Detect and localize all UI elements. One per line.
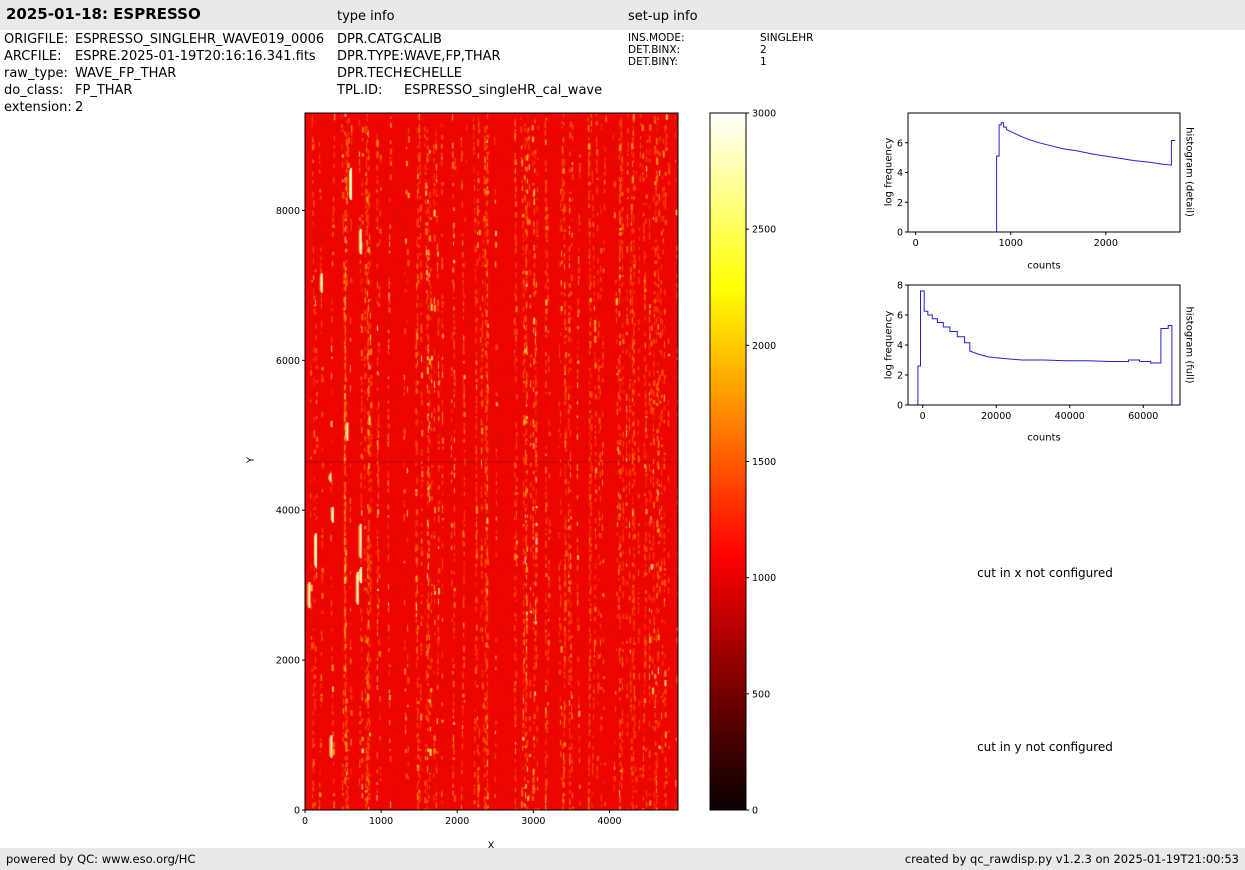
footer-right-text: created by qc_rawdisp.py v1.2.3 on 2025-… [905, 852, 1239, 866]
type-info-heading: type info [337, 9, 395, 24]
svg-text:0: 0 [897, 401, 903, 412]
type-info-row: DPR.TYPE:WAVE,FP,THAR [337, 48, 602, 65]
svg-text:4000: 4000 [597, 816, 621, 827]
file-info-row: extension:2 [4, 99, 324, 116]
info-value: ESPRE.2025-01-19T20:16:16.341.fits [75, 48, 316, 65]
info-label: extension: [4, 99, 75, 116]
info-label: DET.BINX: [628, 44, 760, 56]
svg-text:6: 6 [897, 138, 903, 149]
page-title: 2025-01-18: ESPRESSO [6, 5, 201, 23]
info-value: WAVE,FP,THAR [404, 48, 501, 65]
info-label: INS.MODE: [628, 32, 760, 44]
svg-text:2500: 2500 [752, 225, 776, 236]
file-info-row: ORIGFILE:ESPRESSO_SINGLEHR_WAVE019_0006 [4, 31, 324, 48]
svg-text:6000: 6000 [276, 356, 300, 367]
info-label: DET.BINY: [628, 56, 760, 68]
svg-text:2000: 2000 [445, 816, 469, 827]
info-value: WAVE_FP_THAR [75, 65, 176, 82]
info-value: CALIB [404, 31, 442, 48]
info-value: ESPRESSO_singleHR_cal_wave [404, 82, 602, 99]
info-label: ARCFILE: [4, 48, 75, 65]
main-y-axis-label: Y [246, 457, 257, 463]
type-info-row: TPL.ID:ESPRESSO_singleHR_cal_wave [337, 82, 602, 99]
svg-text:2: 2 [897, 371, 903, 382]
colorbar [710, 113, 746, 810]
cut-y-message: cut in y not configured [977, 740, 1113, 754]
svg-text:8: 8 [897, 281, 903, 292]
svg-text:1000: 1000 [752, 573, 776, 584]
histogram-full-plot: 0 20000 40000 60000 0 2 4 6 8 [880, 277, 1200, 437]
cut-x-message: cut in x not configured [977, 566, 1113, 580]
file-info-row: do_class:FP_THAR [4, 82, 324, 99]
svg-text:40000: 40000 [1055, 411, 1085, 422]
svg-text:0: 0 [897, 228, 903, 239]
header-bar: 2025-01-18: ESPRESSO type info set-up in… [0, 0, 1245, 30]
svg-text:0: 0 [294, 806, 300, 817]
info-value: ECHELLE [404, 65, 462, 82]
svg-text:6: 6 [897, 311, 903, 322]
svg-text:4: 4 [897, 341, 903, 352]
svg-text:3000: 3000 [521, 816, 545, 827]
svg-text:0: 0 [752, 806, 758, 817]
svg-text:60000: 60000 [1128, 411, 1158, 422]
svg-text:1500: 1500 [752, 457, 776, 468]
footer-left-text: powered by QC: www.eso.org/HC [6, 852, 195, 866]
svg-text:4: 4 [897, 168, 903, 179]
svg-text:20000: 20000 [981, 411, 1011, 422]
info-label: do_class: [4, 82, 75, 99]
svg-text:1000: 1000 [999, 238, 1023, 249]
svg-text:0: 0 [920, 411, 926, 422]
histogram-detail-title: histogram (detail) [1184, 127, 1195, 217]
setup-info-heading: set-up info [628, 9, 698, 24]
file-info-row: raw_type:WAVE_FP_THAR [4, 65, 324, 82]
footer-bar: powered by QC: www.eso.org/HC created by… [0, 848, 1245, 870]
info-value: 2 [75, 99, 83, 116]
type-info-block: DPR.CATG:CALIB DPR.TYPE:WAVE,FP,THAR DPR… [337, 31, 602, 99]
info-value: 2 [760, 44, 767, 56]
info-label: TPL.ID: [337, 82, 404, 99]
histogram-detail-y-label: log frequency [884, 138, 895, 207]
info-label: raw_type: [4, 65, 75, 82]
type-info-row: DPR.TECH:ECHELLE [337, 65, 602, 82]
histogram-full-title: histogram (full) [1184, 306, 1195, 383]
histogram-detail-plot: 0 1000 2000 0 2 4 6 [880, 105, 1200, 265]
info-label: DPR.CATG: [337, 31, 404, 48]
svg-text:4000: 4000 [276, 506, 300, 517]
info-value: 1 [760, 56, 767, 68]
type-info-row: DPR.CATG:CALIB [337, 31, 602, 48]
file-info-row: ARCFILE:ESPRE.2025-01-19T20:16:16.341.fi… [4, 48, 324, 65]
svg-text:2000: 2000 [752, 341, 776, 352]
svg-text:1000: 1000 [369, 816, 393, 827]
svg-text:2000: 2000 [1094, 238, 1118, 249]
svg-text:8000: 8000 [276, 206, 300, 217]
setup-info-block: INS.MODE:SINGLEHR DET.BINX:2 DET.BINY:1 [628, 32, 813, 68]
file-info-block: ORIGFILE:ESPRESSO_SINGLEHR_WAVE019_0006 … [4, 31, 324, 116]
info-value: ESPRESSO_SINGLEHR_WAVE019_0006 [75, 31, 324, 48]
setup-info-row: DET.BINX:2 [628, 44, 813, 56]
setup-info-row: DET.BINY:1 [628, 56, 813, 68]
histogram-full-y-label: log frequency [884, 311, 895, 380]
svg-text:2: 2 [897, 198, 903, 209]
raw-detector-image [305, 113, 678, 810]
setup-info-row: INS.MODE:SINGLEHR [628, 32, 813, 44]
svg-text:0: 0 [302, 816, 308, 827]
info-label: DPR.TYPE: [337, 48, 404, 65]
info-value: SINGLEHR [760, 32, 813, 44]
svg-text:500: 500 [752, 689, 770, 700]
svg-text:0: 0 [913, 238, 919, 249]
histogram-full-x-label: counts [1027, 433, 1060, 444]
svg-text:3000: 3000 [752, 109, 776, 120]
info-value: FP_THAR [75, 82, 132, 99]
svg-text:2000: 2000 [276, 656, 300, 667]
info-label: ORIGFILE: [4, 31, 75, 48]
histogram-detail-x-label: counts [1027, 261, 1060, 272]
info-label: DPR.TECH: [337, 65, 404, 82]
